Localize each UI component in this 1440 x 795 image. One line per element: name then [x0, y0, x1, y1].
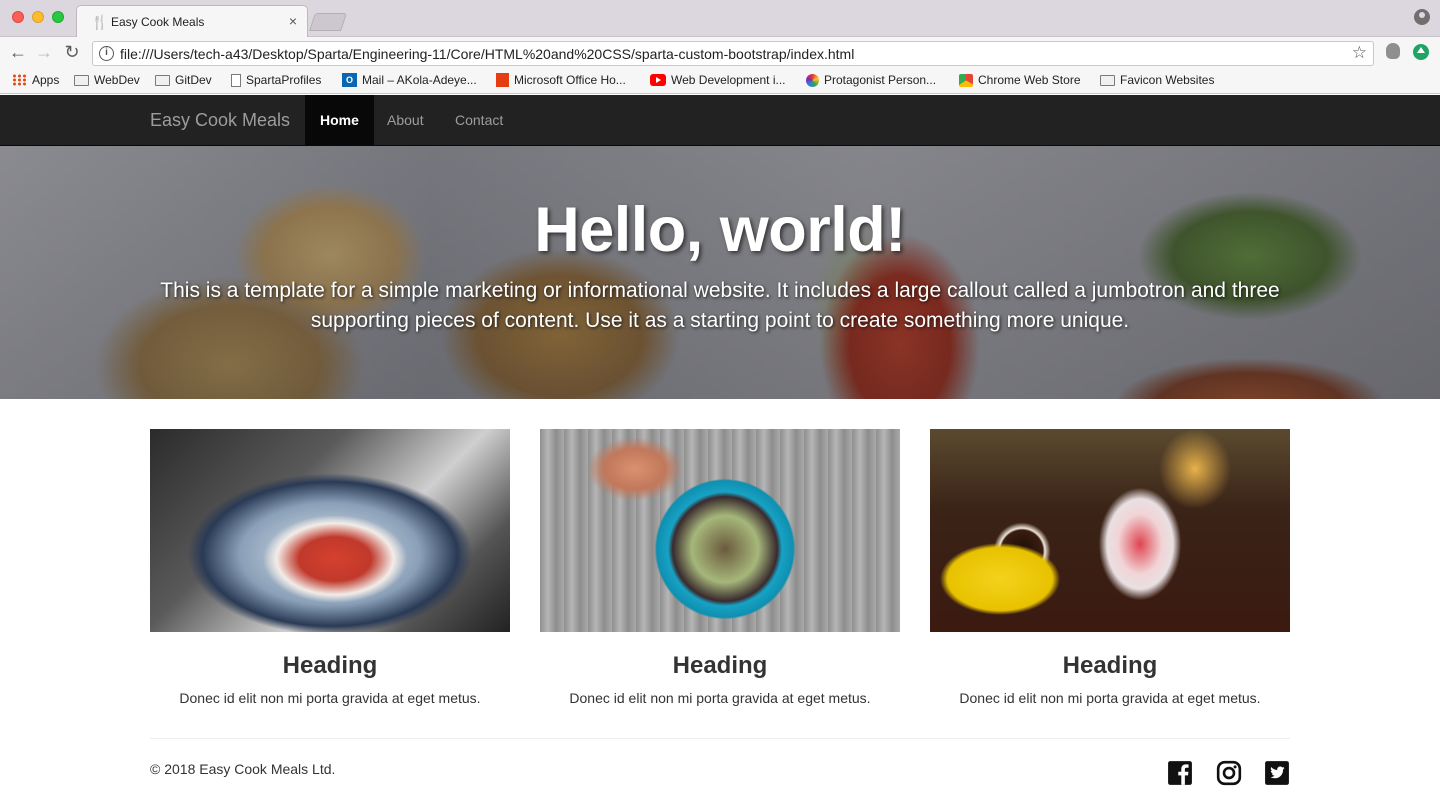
bookmark-office[interactable]: Microsoft Office Ho... — [496, 73, 626, 87]
close-window-button[interactable] — [12, 11, 24, 23]
nav-home[interactable]: Home — [305, 95, 374, 145]
bookmark-protagonist[interactable]: Protagonist Person... — [806, 73, 936, 87]
address-bar[interactable]: i file:///Users/tech-a43/Desktop/Sparta/… — [92, 41, 1374, 66]
browser-tab-strip: 🍴 Easy Cook Meals × — [0, 0, 1440, 38]
card-text: Donec id elit non mi porta gravida at eg… — [959, 690, 1261, 706]
salad-plate-image — [540, 429, 900, 632]
minimize-window-button[interactable] — [32, 11, 44, 23]
twitter-icon[interactable] — [1264, 760, 1290, 786]
bookmark-star-icon[interactable]: ☆ — [1352, 43, 1367, 63]
card-heading: Heading — [672, 652, 768, 679]
reload-icon[interactable]: ↻ — [62, 42, 82, 63]
bookmark-mail[interactable]: O Mail – AKola-Adeye... — [342, 73, 477, 87]
youtube-icon — [650, 74, 666, 86]
tab-close-icon[interactable]: × — [289, 13, 297, 29]
browser-toolbar: ← → ↻ i file:///Users/tech-a43/Desktop/S… — [0, 37, 1440, 69]
bookmark-favicon-websites[interactable]: Favicon Websites — [1100, 73, 1214, 87]
site-navbar: Easy Cook Meals Home About Contact — [0, 95, 1440, 146]
card-text: Donec id elit non mi porta gravida at eg… — [179, 690, 481, 706]
extension-bug-icon[interactable] — [1386, 43, 1400, 59]
card-heading: Heading — [1062, 652, 1158, 679]
feature-card: Heading Donec id elit non mi porta gravi… — [150, 429, 510, 706]
card-text: Donec id elit non mi porta gravida at eg… — [569, 690, 871, 706]
facebook-icon[interactable] — [1167, 760, 1193, 786]
bookmark-gitdev[interactable]: GitDev — [155, 73, 212, 87]
bookmark-spartaprofiles[interactable]: SpartaProfiles — [231, 73, 321, 87]
coffee-parfait-image — [930, 429, 1290, 632]
jumbotron: Hello, world! This is a template for a s… — [0, 146, 1440, 399]
info-icon[interactable]: i — [99, 46, 114, 61]
bookmark-chrome-web-store[interactable]: Chrome Web Store — [959, 73, 1081, 87]
feature-card: Heading Donec id elit non mi porta gravi… — [930, 429, 1290, 706]
profile-icon[interactable] — [1414, 9, 1430, 25]
protagonist-icon — [806, 73, 819, 87]
browser-tab-active[interactable]: 🍴 Easy Cook Meals × — [76, 5, 308, 38]
tab-title: Easy Cook Meals — [111, 15, 205, 29]
instagram-icon[interactable] — [1216, 760, 1242, 786]
extension-upload-icon[interactable] — [1413, 44, 1429, 60]
nav-about[interactable]: About — [372, 95, 439, 145]
apps-grid-icon — [12, 74, 27, 86]
fork-knife-icon: 🍴 — [91, 14, 109, 30]
bookmark-webdev-youtube[interactable]: Web Development i... — [650, 73, 786, 87]
url-text[interactable]: file:///Users/tech-a43/Desktop/Sparta/En… — [120, 46, 854, 62]
breakfast-bowl-image — [150, 429, 510, 632]
bookmark-apps[interactable]: Apps — [12, 73, 59, 87]
folder-icon — [1100, 74, 1115, 86]
office-icon — [496, 73, 509, 87]
outlook-icon: O — [342, 73, 357, 87]
card-heading: Heading — [282, 652, 378, 679]
new-tab-button[interactable] — [309, 13, 347, 31]
forward-arrow-icon[interactable]: → — [34, 42, 54, 63]
brand-link[interactable]: Easy Cook Meals — [150, 110, 290, 131]
jumbotron-text: This is a template for a simple marketin… — [160, 279, 1280, 332]
maximize-window-button[interactable] — [52, 11, 64, 23]
chrome-web-store-icon — [959, 73, 973, 87]
jumbotron-title: Hello, world! — [534, 195, 906, 265]
back-arrow-icon[interactable]: ← — [8, 42, 28, 63]
folder-icon — [74, 74, 89, 86]
folder-icon — [155, 74, 170, 86]
bookmark-webdev[interactable]: WebDev — [74, 73, 140, 87]
footer-divider — [150, 738, 1290, 739]
feature-card: Heading Donec id elit non mi porta gravi… — [540, 429, 900, 706]
page-icon — [231, 73, 241, 87]
footer-copyright: © 2018 Easy Cook Meals Ltd. — [150, 761, 336, 777]
nav-contact[interactable]: Contact — [440, 95, 518, 145]
bookmarks-bar: Apps WebDev GitDev SpartaProfiles O Mail … — [0, 69, 1440, 94]
